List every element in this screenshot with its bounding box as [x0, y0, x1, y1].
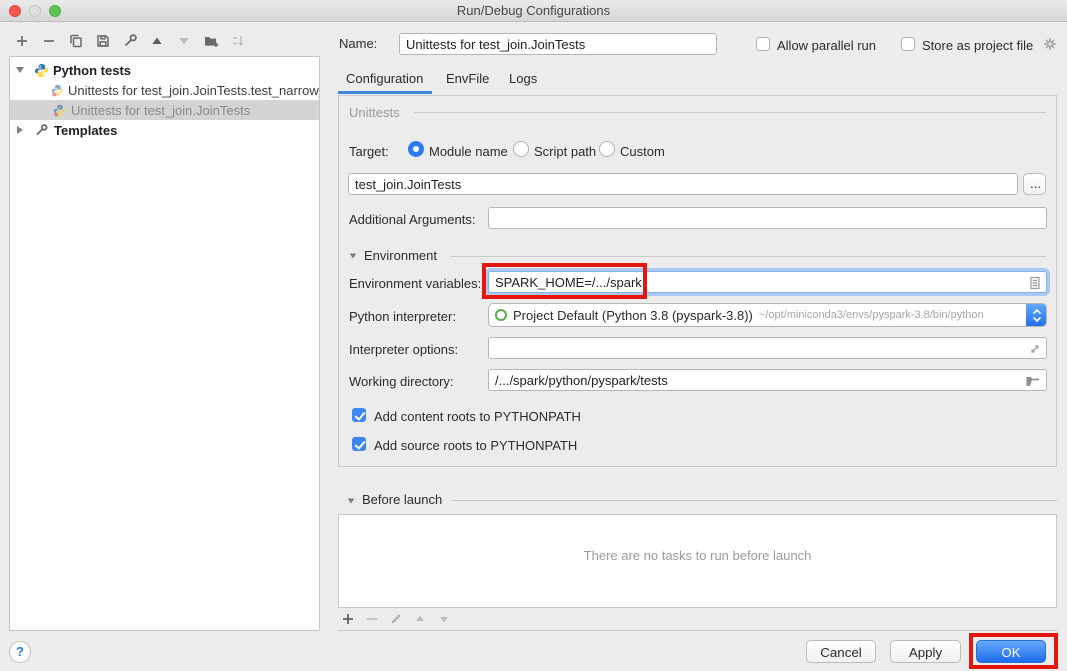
- tab-configuration[interactable]: Configuration: [346, 71, 423, 86]
- configuration-panel: Unittests Target: Module name Script pat…: [338, 95, 1057, 467]
- run-debug-configurations-dialog: Run/Debug Configurations: [0, 0, 1067, 671]
- move-up-button[interactable]: [149, 33, 165, 49]
- configurations-toolbar: [14, 33, 246, 49]
- interpreter-options-label: Interpreter options:: [349, 342, 458, 357]
- ok-button[interactable]: OK: [976, 640, 1046, 663]
- before-launch-collapse-icon[interactable]: [348, 498, 355, 503]
- add-source-roots-label: Add source roots to PYTHONPATH: [374, 438, 577, 453]
- environment-section-title: Environment: [364, 248, 437, 263]
- save-configuration-button[interactable]: [95, 33, 111, 49]
- gear-icon[interactable]: [1042, 36, 1058, 52]
- tree-item-label: Templates: [54, 123, 117, 138]
- name-input[interactable]: [399, 33, 717, 55]
- browse-module-button[interactable]: ...: [1023, 173, 1046, 195]
- move-task-up-button: [412, 611, 428, 627]
- configurations-tree: Python tests Unittests for test_join.Joi…: [9, 56, 320, 631]
- python-icon: [33, 62, 49, 78]
- tab-envfile[interactable]: EnvFile: [446, 71, 489, 86]
- python-interpreter-select[interactable]: Project Default (Python 3.8 (pyspark-3.8…: [488, 303, 1047, 327]
- move-down-button: [176, 33, 192, 49]
- add-configuration-button[interactable]: [14, 33, 30, 49]
- group-divider: [414, 112, 1046, 113]
- unittests-group-title: Unittests: [349, 105, 400, 120]
- allow-parallel-run-checkbox[interactable]: [756, 37, 770, 51]
- working-directory-input[interactable]: [488, 369, 1047, 391]
- environment-variables-label: Environment variables:: [349, 276, 481, 291]
- edit-variables-icon[interactable]: [1027, 275, 1043, 291]
- module-name-input[interactable]: [348, 173, 1018, 195]
- edit-task-button: [388, 611, 404, 627]
- radio-custom[interactable]: [599, 141, 615, 157]
- before-launch-bottom-border: [338, 630, 1057, 631]
- environment-variables-input[interactable]: [488, 271, 1047, 293]
- additional-arguments-label: Additional Arguments:: [349, 212, 475, 227]
- add-content-roots-checkbox[interactable]: [352, 408, 366, 422]
- new-folder-button[interactable]: [203, 33, 219, 49]
- active-tab-indicator: [338, 91, 432, 94]
- python-interpreter-value: Project Default (Python 3.8 (pyspark-3.8…: [513, 308, 753, 323]
- radio-module-name-label: Module name: [429, 144, 508, 159]
- radio-script-path-label: Script path: [534, 144, 596, 159]
- tree-item-label: Unittests for test_join.JoinTests: [71, 103, 250, 118]
- add-source-roots-checkbox[interactable]: [352, 437, 366, 451]
- apply-button[interactable]: Apply: [890, 640, 961, 663]
- move-task-down-button: [436, 611, 452, 627]
- tree-item-label: Unittests for test_join.JoinTests.test_n…: [68, 83, 319, 98]
- tree-item-templates[interactable]: Templates: [10, 120, 319, 140]
- cancel-button[interactable]: Cancel: [806, 640, 876, 663]
- environment-divider: [451, 256, 1046, 257]
- tab-logs[interactable]: Logs: [509, 71, 537, 86]
- environment-section-collapse-icon[interactable]: [350, 253, 357, 258]
- expand-collapse-icon[interactable]: [16, 67, 24, 73]
- window-title: Run/Debug Configurations: [0, 3, 1067, 18]
- python-interpreter-path: ~/opt/miniconda3/envs/pyspark-3.8/bin/py…: [759, 309, 984, 321]
- folder-icon[interactable]: [1025, 373, 1041, 389]
- expand-field-icon[interactable]: [1027, 341, 1043, 357]
- before-launch-title: Before launch: [362, 492, 442, 507]
- name-label: Name:: [339, 36, 377, 51]
- radio-module-name[interactable]: [408, 141, 424, 157]
- radio-script-path[interactable]: [513, 141, 529, 157]
- radio-custom-label: Custom: [620, 144, 665, 159]
- before-launch-task-list: There are no tasks to run before launch: [338, 514, 1057, 608]
- target-label: Target:: [349, 144, 389, 159]
- tree-item-label: Python tests: [53, 63, 131, 78]
- conda-environment-icon: [495, 309, 507, 321]
- title-bar: Run/Debug Configurations: [0, 0, 1067, 22]
- add-task-button[interactable]: [340, 611, 356, 627]
- sort-configurations-icon: [230, 33, 246, 49]
- python-test-icon: [51, 82, 64, 98]
- chevron-up-down-icon[interactable]: [1026, 303, 1047, 327]
- tree-item-unittests-test-narrow[interactable]: Unittests for test_join.JoinTests.test_n…: [10, 80, 319, 100]
- additional-arguments-input[interactable]: [488, 207, 1047, 229]
- copy-configuration-button[interactable]: [68, 33, 84, 49]
- store-as-project-file-label: Store as project file: [922, 38, 1033, 53]
- working-directory-label: Working directory:: [349, 374, 454, 389]
- remove-configuration-button[interactable]: [41, 33, 57, 49]
- edit-templates-button[interactable]: [122, 33, 138, 49]
- allow-parallel-run-label: Allow parallel run: [777, 38, 876, 53]
- remove-task-button: [364, 611, 380, 627]
- help-button[interactable]: ?: [9, 641, 31, 663]
- add-content-roots-label: Add content roots to PYTHONPATH: [374, 409, 581, 424]
- tree-item-unittests-jointests-selected[interactable]: Unittests for test_join.JoinTests: [10, 100, 319, 120]
- expand-collapse-icon[interactable]: [17, 126, 23, 134]
- tree-item-python-tests[interactable]: Python tests: [10, 60, 319, 80]
- python-test-icon: [51, 102, 67, 118]
- store-as-project-file-checkbox[interactable]: [901, 37, 915, 51]
- wrench-icon: [33, 122, 49, 138]
- before-launch-divider: [452, 500, 1057, 501]
- interpreter-options-input[interactable]: [488, 337, 1047, 359]
- empty-tasks-message: There are no tasks to run before launch: [339, 548, 1056, 563]
- python-interpreter-label: Python interpreter:: [349, 309, 456, 324]
- before-launch-toolbar: [340, 611, 452, 627]
